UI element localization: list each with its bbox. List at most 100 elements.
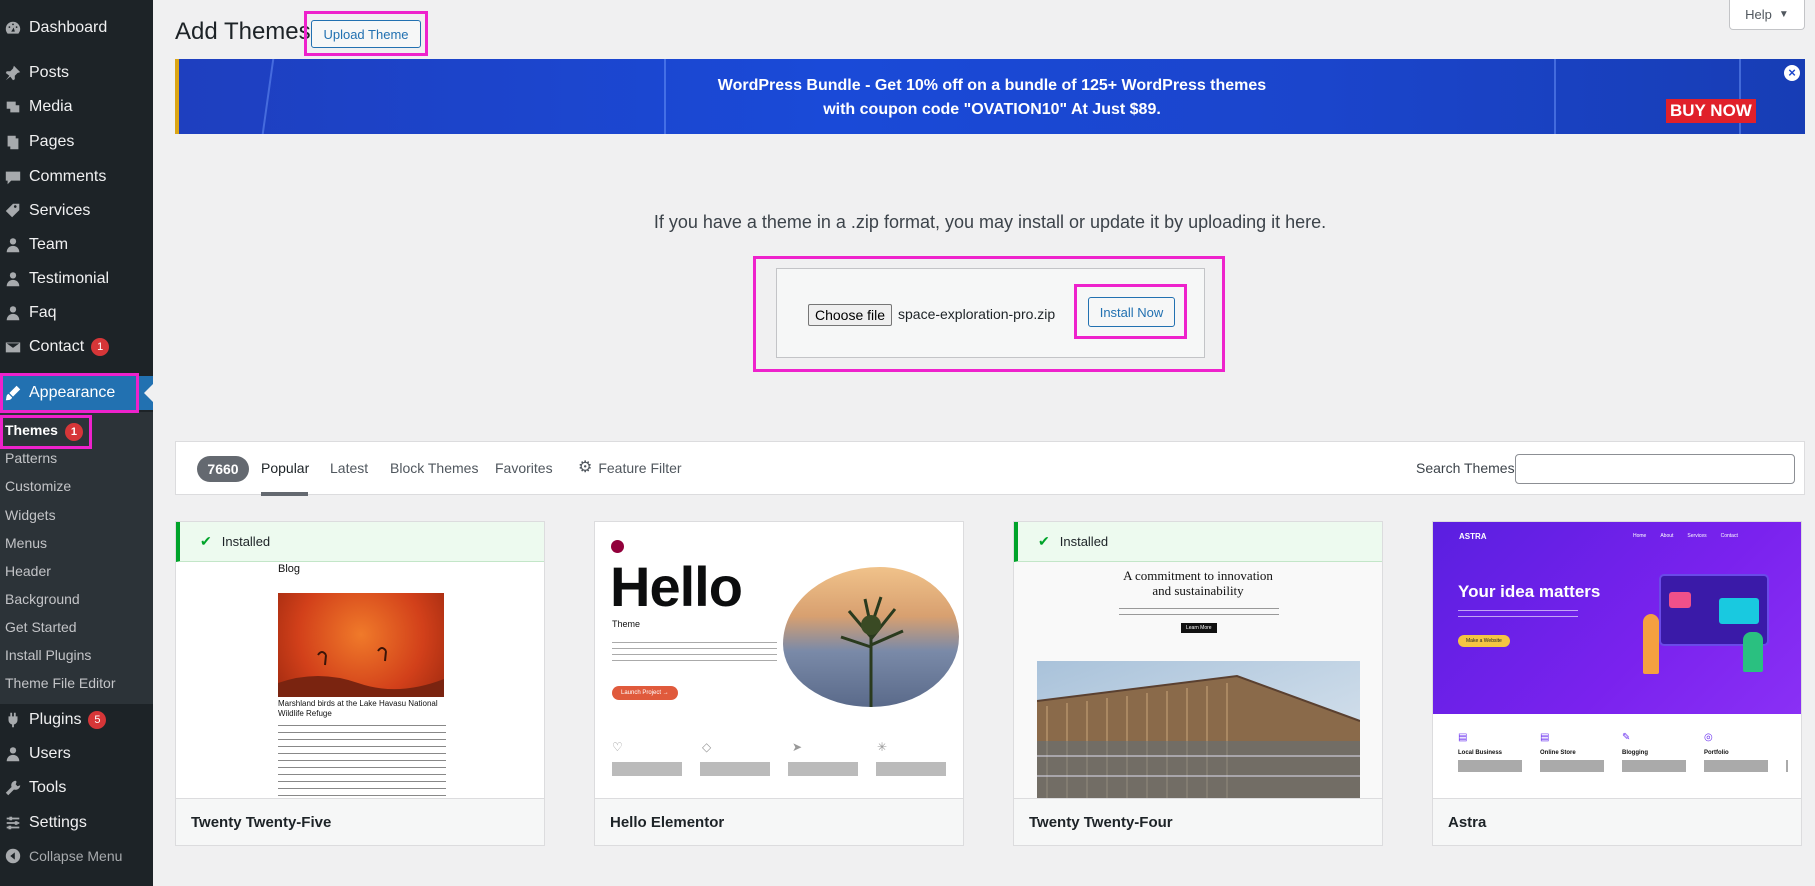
menu-label: Testimonial — [29, 270, 110, 287]
menu-comments[interactable]: Comments — [0, 160, 153, 194]
menu-label: Dashboard — [29, 19, 108, 36]
submenu-patterns[interactable]: Patterns — [5, 446, 57, 470]
current-tab-indicator — [261, 492, 308, 496]
preview-heading: Your idea matters — [1458, 582, 1601, 601]
tab-latest[interactable]: Latest — [330, 460, 368, 476]
current-menu-arrow — [144, 384, 153, 402]
preview-body-text — [278, 722, 446, 796]
menu-faq[interactable]: Faq — [0, 296, 153, 330]
close-icon[interactable]: × — [1784, 65, 1800, 81]
menu-services[interactable]: Services — [0, 194, 153, 228]
submenu-header[interactable]: Header — [5, 559, 51, 583]
theme-card-astra[interactable]: ASTRA Home About Services Contact Your i… — [1432, 521, 1802, 846]
preview-nav-item: Contact — [1720, 533, 1738, 539]
menu-users[interactable]: Users — [0, 737, 153, 771]
menu-label: Settings — [29, 814, 87, 831]
preview-caption: Marshland birds at the Lake Havasu Natio… — [278, 699, 438, 718]
banner-line-1: WordPress Bundle - Get 10% off on a bund… — [717, 77, 1267, 94]
menu-label: Posts — [29, 64, 70, 81]
submenu-menus[interactable]: Menus — [5, 531, 47, 555]
preview-heading: Hello — [610, 555, 743, 618]
tab-block-themes[interactable]: Block Themes — [390, 460, 478, 476]
preview-feature-label: Blogging — [1622, 750, 1648, 756]
feature-filter-button[interactable]: ⚙ Feature Filter — [578, 459, 682, 477]
submenu-install-plugins[interactable]: Install Plugins — [5, 643, 91, 667]
menu-team[interactable]: Team — [0, 228, 153, 262]
menu-settings[interactable]: Settings — [0, 806, 153, 840]
elementor-logo-icon — [611, 540, 624, 553]
plug-icon — [3, 710, 23, 730]
theme-screenshot: Hello Theme Launch Project → ♡ ◇ ➤ ✳ — [595, 522, 963, 798]
search-themes-input[interactable] — [1515, 454, 1795, 484]
tab-popular[interactable]: Popular — [261, 460, 309, 476]
menu-label: Comments — [29, 168, 107, 185]
theme-name: Hello Elementor — [595, 798, 963, 845]
menu-contact[interactable]: Contact 1 — [0, 330, 153, 364]
theme-name: Twenty Twenty-Five — [176, 798, 544, 845]
installed-notice: ✔ Installed — [1014, 522, 1382, 562]
preview-heading-line-2: and sustainability — [1152, 583, 1244, 598]
preview-nav-item: Home — [1633, 533, 1647, 539]
installed-notice: ✔ Installed — [176, 522, 544, 562]
collapse-icon — [3, 846, 23, 866]
preview-building-image — [1037, 661, 1360, 798]
upload-form: Choose file space-exploration-pro.zip In… — [776, 268, 1205, 358]
menu-media[interactable]: Media — [0, 90, 153, 124]
preview-nav: Home About Services Contact — [1633, 533, 1738, 539]
theme-card-hello-elementor[interactable]: Hello Theme Launch Project → ♡ ◇ ➤ ✳ Hel… — [594, 521, 964, 846]
menu-appearance[interactable]: Appearance — [0, 376, 153, 410]
menu-label: Pages — [29, 133, 75, 150]
comment-icon — [3, 167, 23, 187]
submenu-get-started[interactable]: Get Started — [5, 615, 77, 639]
wrench-icon — [3, 778, 23, 798]
tag-icon — [3, 201, 23, 221]
menu-label: Team — [29, 236, 69, 253]
preview-feature-label: Local Business — [1458, 750, 1503, 756]
menu-label: Collapse Menu — [29, 848, 123, 864]
help-tab-button[interactable]: Help ▼ — [1729, 0, 1805, 30]
menu-tools[interactable]: Tools — [0, 771, 153, 805]
appearance-submenu: Themes 1 Patterns Customize Widgets Menus… — [0, 412, 153, 704]
menu-dashboard[interactable]: Dashboard — [0, 11, 153, 45]
gear-icon: ⚙ — [578, 459, 593, 476]
preview-nav-item: About — [1660, 533, 1674, 539]
buy-now-button[interactable]: BUY NOW — [1666, 99, 1756, 123]
preview-subheading: Theme — [612, 619, 641, 629]
theme-card-twenty-twenty-four[interactable]: ✔ Installed A commitment to innovation an… — [1013, 521, 1383, 846]
submenu-theme-file-editor[interactable]: Theme File Editor — [5, 671, 115, 695]
preview-person-illustration — [1643, 614, 1659, 674]
menu-label: Contact — [29, 338, 85, 355]
theme-screenshot: ✔ Installed Blog Marshland birds at the L… — [176, 522, 544, 798]
preview-launch-button: Launch Project → — [612, 686, 678, 700]
collapse-menu-button[interactable]: Collapse Menu — [0, 839, 153, 873]
menu-posts[interactable]: Posts — [0, 56, 153, 90]
banner-text: WordPress Bundle - Get 10% off on a bund… — [179, 74, 1805, 122]
plugins-count-badge: 5 — [88, 711, 107, 729]
checkmark-icon: ✔ — [1038, 533, 1050, 549]
menu-plugins[interactable]: Plugins 5 — [0, 703, 153, 737]
upload-theme-button[interactable]: Upload Theme — [311, 20, 421, 48]
submenu-themes[interactable]: Themes 1 — [5, 418, 83, 442]
page-title: Add Themes — [175, 18, 311, 45]
tab-favorites[interactable]: Favorites — [495, 460, 553, 476]
submenu-widgets[interactable]: Widgets — [5, 503, 56, 527]
theme-name: Twenty Twenty-Four — [1014, 798, 1382, 845]
search-themes-label: Search Themes — [1416, 460, 1515, 476]
install-now-button[interactable]: Install Now — [1088, 297, 1175, 327]
users-icon — [3, 235, 23, 255]
choose-file-button[interactable]: Choose file — [808, 304, 893, 326]
pages-icon — [3, 132, 23, 152]
submenu-background[interactable]: Background — [5, 587, 80, 611]
promo-banner[interactable]: WordPress Bundle - Get 10% off on a bund… — [175, 59, 1805, 134]
preview-cactus-image — [783, 567, 959, 707]
theme-screenshot: ✔ Installed A commitment to innovation an… — [1014, 522, 1382, 798]
preview-body-text — [1119, 605, 1279, 615]
preview-hero: ASTRA Home About Services Contact Your i… — [1433, 522, 1801, 714]
installed-label: Installed — [1059, 534, 1109, 549]
menu-pages[interactable]: Pages — [0, 125, 153, 159]
preview-logo: ASTRA — [1459, 532, 1487, 541]
submenu-customize[interactable]: Customize — [5, 474, 71, 498]
theme-card-twenty-twenty-five[interactable]: ✔ Installed Blog Marshland birds at the L… — [175, 521, 545, 846]
menu-testimonial[interactable]: Testimonial — [0, 262, 153, 296]
menu-label: Faq — [29, 304, 57, 321]
